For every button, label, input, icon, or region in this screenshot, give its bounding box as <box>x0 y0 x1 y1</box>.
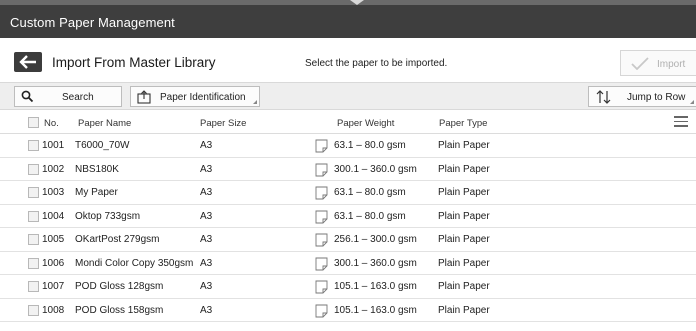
table-row[interactable]: 1001 T6000_70W A3 63.1 – 80.0 gsm Plain … <box>0 134 696 158</box>
page-title: Import From Master Library <box>52 55 216 70</box>
column-header-paper-size[interactable]: Paper Size <box>200 118 246 129</box>
row-paper-size: A3 <box>200 140 213 151</box>
column-header-paper-type[interactable]: Paper Type <box>439 118 487 129</box>
row-checkbox[interactable] <box>28 281 39 292</box>
row-paper-size: A3 <box>200 281 213 292</box>
row-checkbox[interactable] <box>28 187 39 198</box>
row-paper-type: Plain Paper <box>438 257 490 269</box>
paper-sheet-icon <box>315 257 328 270</box>
paper-identification-label: Paper Identification <box>160 92 246 103</box>
pull-down-notch[interactable] <box>350 0 364 5</box>
row-paper-name: POD Gloss 128gsm <box>75 281 164 292</box>
row-paper-name: OKartPost 279gsm <box>75 234 160 245</box>
table-row[interactable]: 1008 POD Gloss 158gsm A3 105.1 – 163.0 g… <box>0 298 696 322</box>
row-paper-weight: 300.1 – 360.0 gsm <box>334 257 417 269</box>
row-no: 1005 <box>42 234 65 245</box>
row-checkbox[interactable] <box>28 257 39 269</box>
row-checkbox[interactable] <box>28 163 39 175</box>
sort-arrows-icon <box>596 90 611 104</box>
row-paper-type: Plain Paper <box>438 140 490 151</box>
table-row[interactable]: 1002 NBS180K A3 300.1 – 360.0 gsm Plain … <box>0 157 696 181</box>
checkmark-icon <box>631 57 649 70</box>
paper-identification-button[interactable]: Paper Identification <box>130 86 260 107</box>
jump-to-row-label: Jump to Row <box>627 92 686 103</box>
table-header: No. Paper Name Paper Size Paper Weight P… <box>0 110 696 134</box>
paper-identification-icon <box>137 90 151 104</box>
row-no: 1004 <box>42 210 65 222</box>
row-paper-weight: 63.1 – 80.0 gsm <box>334 140 406 151</box>
paper-sheet-icon <box>315 139 328 153</box>
row-no: 1006 <box>42 257 65 269</box>
row-paper-weight: 63.1 – 80.0 gsm <box>334 210 406 222</box>
paper-sheet-icon <box>315 186 328 200</box>
row-paper-weight: 105.1 – 163.0 gsm <box>334 281 417 292</box>
row-paper-weight: 300.1 – 360.0 gsm <box>334 163 417 175</box>
search-button[interactable]: Search <box>14 86 122 107</box>
row-paper-name: Mondi Color Copy 350gsm <box>75 257 194 269</box>
toolbar: Search Paper Identification Jump to Row <box>0 82 696 110</box>
import-button-label: Import <box>657 59 686 70</box>
row-paper-size: A3 <box>200 304 213 316</box>
table-row[interactable]: 1007 POD Gloss 128gsm A3 105.1 – 163.0 g… <box>0 275 696 299</box>
window-title: Custom Paper Management <box>10 15 175 30</box>
back-arrow-icon <box>19 55 36 69</box>
row-paper-name: T6000_70W <box>75 140 130 151</box>
row-paper-name: Oktop 733gsm <box>75 210 141 222</box>
table-row[interactable]: 1006 Mondi Color Copy 350gsm A3 300.1 – … <box>0 251 696 275</box>
table-row[interactable]: 1005 OKartPost 279gsm A3 256.1 – 300.0 g… <box>0 228 696 252</box>
paper-sheet-icon <box>315 233 328 247</box>
row-paper-size: A3 <box>200 210 213 222</box>
row-no: 1003 <box>42 187 65 198</box>
row-no: 1001 <box>42 140 65 151</box>
paper-sheet-icon <box>315 304 328 317</box>
row-no: 1008 <box>42 304 65 316</box>
row-paper-type: Plain Paper <box>438 210 490 222</box>
row-paper-size: A3 <box>200 187 213 198</box>
row-paper-name: NBS180K <box>75 163 119 175</box>
row-paper-size: A3 <box>200 234 213 245</box>
row-no: 1002 <box>42 163 65 175</box>
top-strip <box>0 0 696 5</box>
corner-marker <box>690 100 694 104</box>
row-checkbox[interactable] <box>28 140 39 151</box>
search-icon <box>21 90 34 103</box>
import-button[interactable]: Import <box>620 50 696 76</box>
row-paper-size: A3 <box>200 163 213 175</box>
table-row[interactable]: 1004 Oktop 733gsm A3 63.1 – 80.0 gsm Pla… <box>0 204 696 228</box>
column-header-no[interactable]: No. <box>44 118 59 129</box>
jump-to-row-button[interactable]: Jump to Row <box>588 86 696 107</box>
row-paper-size: A3 <box>200 257 213 269</box>
row-checkbox[interactable] <box>28 304 39 316</box>
table-row[interactable]: 1003 My Paper A3 63.1 – 80.0 gsm Plain P… <box>0 181 696 205</box>
row-paper-type: Plain Paper <box>438 234 490 245</box>
paper-sheet-icon <box>315 210 328 223</box>
row-paper-weight: 256.1 – 300.0 gsm <box>334 234 417 245</box>
row-paper-name: My Paper <box>75 187 118 198</box>
corner-marker <box>253 100 257 104</box>
row-paper-type: Plain Paper <box>438 304 490 316</box>
row-checkbox[interactable] <box>28 210 39 222</box>
row-paper-weight: 105.1 – 163.0 gsm <box>334 304 417 316</box>
paper-sheet-icon <box>315 163 328 176</box>
title-bar: Custom Paper Management <box>0 0 696 38</box>
row-checkbox[interactable] <box>28 234 39 245</box>
instruction-text: Select the paper to be imported. <box>305 58 448 69</box>
row-paper-weight: 63.1 – 80.0 gsm <box>334 187 406 198</box>
column-header-paper-name[interactable]: Paper Name <box>78 118 131 129</box>
search-button-label: Search <box>62 92 94 103</box>
row-paper-name: POD Gloss 158gsm <box>75 304 164 316</box>
menu-icon[interactable] <box>674 116 688 127</box>
back-button[interactable] <box>14 52 42 72</box>
row-paper-type: Plain Paper <box>438 187 490 198</box>
row-paper-type: Plain Paper <box>438 163 490 175</box>
page-header: Import From Master Library Select the pa… <box>0 38 696 82</box>
column-header-paper-weight[interactable]: Paper Weight <box>337 118 394 129</box>
select-all-checkbox[interactable] <box>28 117 39 128</box>
paper-sheet-icon <box>315 280 328 294</box>
row-no: 1007 <box>42 281 65 292</box>
row-paper-type: Plain Paper <box>438 281 490 292</box>
